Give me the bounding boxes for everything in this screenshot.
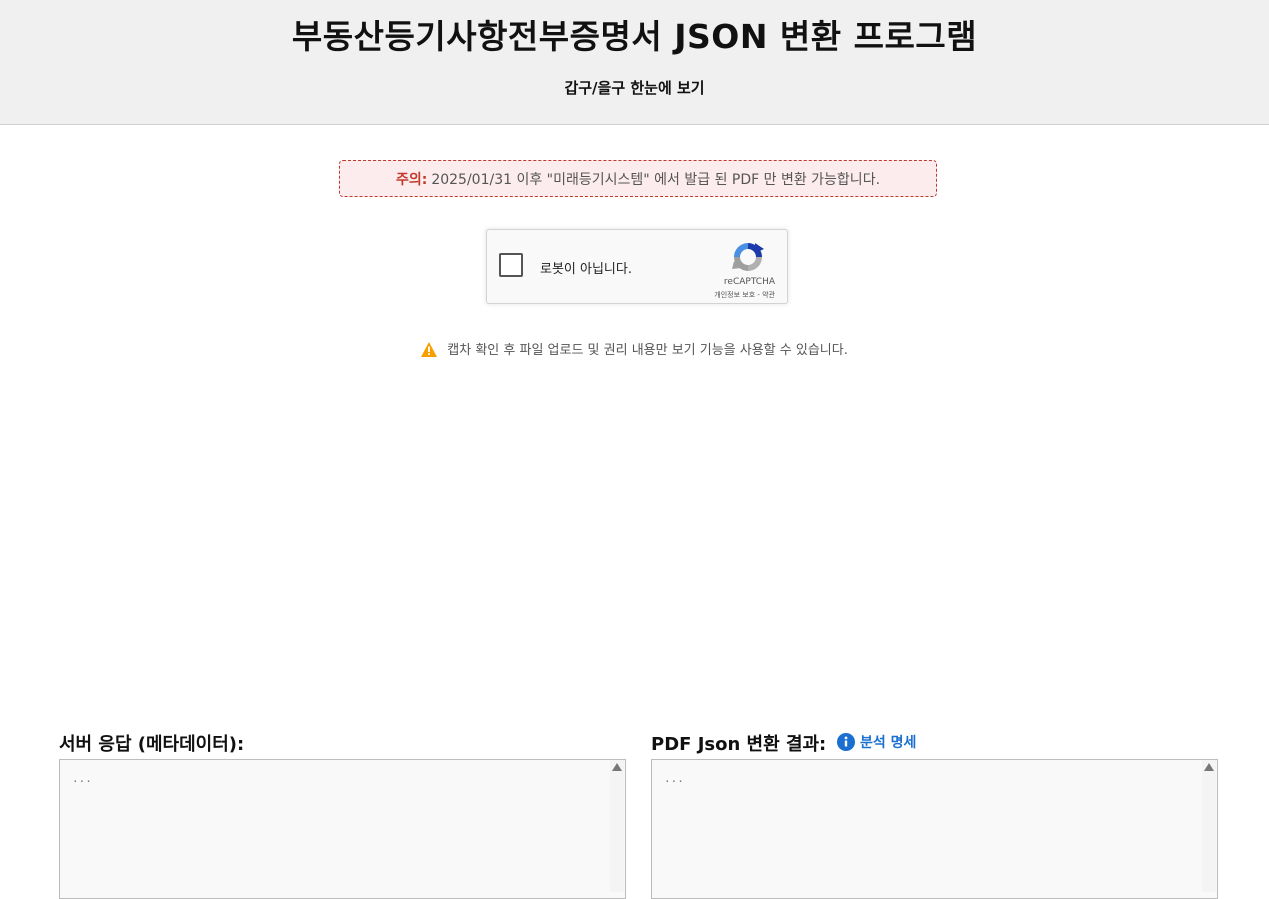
notice-banner: 주의: 2025/01/31 이후 "미래등기시스템" 에서 발급 된 PDF … [339, 160, 937, 197]
server-response-title: 서버 응답 (메타데이터): [59, 734, 245, 755]
server-response-scrollbar[interactable] [610, 760, 624, 892]
recaptcha-links[interactable]: 개인정보 보호 - 약관 [714, 290, 775, 300]
recaptcha-brand: reCAPTCHA [723, 277, 775, 287]
warning-message: 캡차 확인 후 파일 업로드 및 권리 내용만 보기 기능을 사용할 수 있습니… [0, 339, 1269, 358]
notice-text: 2025/01/31 이후 "미래등기시스템" 에서 발급 된 PDF 만 변환… [431, 171, 881, 188]
info-icon [837, 733, 855, 751]
recaptcha-label: 로봇이 아닙니다. [540, 262, 632, 277]
warning-text: 캡차 확인 후 파일 업로드 및 권리 내용만 보기 기능을 사용할 수 있습니… [447, 343, 848, 358]
page-subtitle: 갑구/을구 한눈에 보기 [564, 79, 705, 97]
server-response-textarea[interactable]: ... [59, 759, 626, 899]
page-header: 부동산등기사항전부증명서 JSON 변환 프로그램 갑구/을구 한눈에 보기 [0, 0, 1269, 125]
analysis-spec-link[interactable]: 분석 명세 [837, 732, 916, 752]
pdf-json-result-title: PDF Json 변환 결과: [651, 734, 827, 755]
scroll-up-arrow-icon[interactable] [612, 763, 622, 771]
pdf-json-result-scrollbar[interactable] [1202, 760, 1216, 892]
notice-label: 주의: [395, 171, 428, 188]
recaptcha-widget: 로봇이 아닙니다. reCAPTCHA 개인정보 보호 - 약관 [486, 229, 788, 304]
warning-triangle-icon [421, 342, 438, 357]
page-title: 부동산등기사항전부증명서 JSON 변환 프로그램 [291, 17, 978, 56]
recaptcha-checkbox[interactable] [499, 253, 523, 277]
pdf-json-result-textarea[interactable]: ... [651, 759, 1218, 899]
recaptcha-logo-icon [732, 243, 764, 271]
scroll-up-arrow-icon[interactable] [1204, 763, 1214, 771]
analysis-spec-label: 분석 명세 [860, 735, 917, 751]
